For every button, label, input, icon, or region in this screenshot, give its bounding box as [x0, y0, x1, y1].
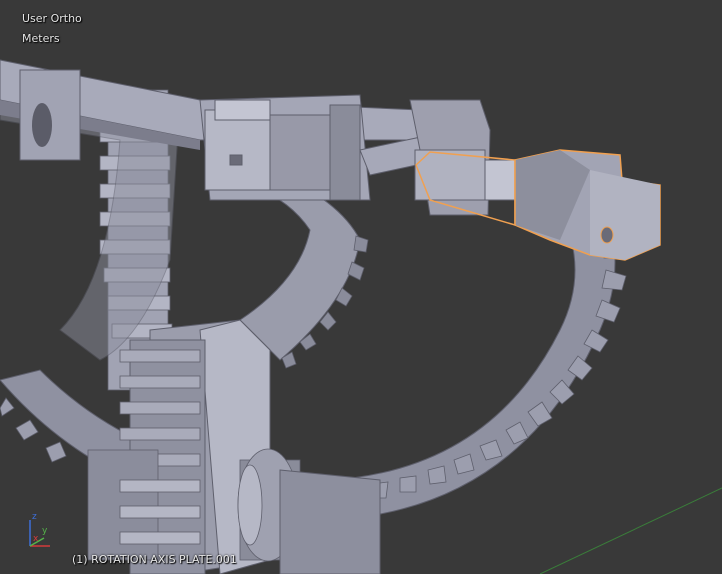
- 3d-scene[interactable]: [0, 0, 722, 574]
- z-axis-label: z: [32, 512, 37, 522]
- left-hole-block: [19, 69, 81, 161]
- right-clamp: [409, 99, 516, 216]
- bottom-plate: [279, 469, 381, 574]
- view-name-label: User Ortho: [22, 12, 82, 25]
- active-object-info: (1) ROTATION AXIS PLATE.001: [72, 553, 237, 566]
- grid-y-axis-line: [539, 487, 722, 574]
- 3d-viewport[interactable]: User Ortho Meters (1) ROTATION AXIS PLAT…: [0, 0, 722, 574]
- axis-orientation-gizmo: z y x: [20, 512, 60, 552]
- x-axis-label: x: [33, 534, 39, 544]
- y-axis-label: y: [42, 526, 48, 536]
- central-hinge: [199, 94, 371, 201]
- units-label: Meters: [22, 32, 60, 45]
